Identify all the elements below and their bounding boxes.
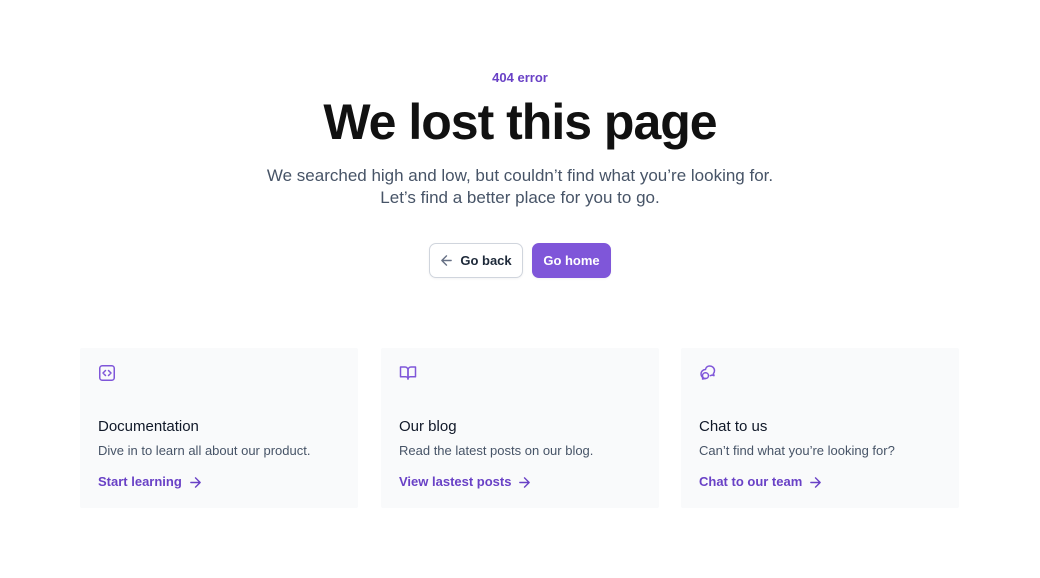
card-description: Dive in to learn all about our product.	[98, 443, 311, 458]
chat-card: Chat to us Can’t find what you’re lookin…	[681, 348, 959, 508]
arrow-right-icon	[519, 476, 531, 488]
card-title: Our blog	[399, 418, 457, 435]
go-back-label: Go back	[460, 253, 512, 268]
chat-bubbles-icon	[700, 365, 716, 380]
card-description: Can’t find what you’re looking for?	[699, 443, 895, 458]
card-link-label: View lastest posts	[399, 474, 512, 489]
card-link-label: Start learning	[98, 474, 182, 489]
subtitle-line-2: Let’s find a better place for you to go.	[380, 188, 660, 207]
page-title: We lost this page	[323, 94, 717, 150]
go-home-button[interactable]: Go home	[532, 243, 611, 278]
view-latest-posts-link[interactable]: View lastest posts	[399, 474, 531, 490]
code-square-icon	[99, 365, 115, 381]
book-open-icon	[399, 366, 417, 380]
arrow-right-icon	[810, 476, 822, 488]
card-title: Documentation	[98, 418, 199, 435]
arrow-right-icon	[189, 476, 201, 488]
blog-card: Our blog Read the latest posts on our bl…	[381, 348, 659, 508]
card-link-label: Chat to our team	[699, 474, 803, 489]
chat-to-team-link[interactable]: Chat to our team	[699, 474, 822, 490]
documentation-card: Documentation Dive in to learn all about…	[80, 348, 358, 508]
card-description: Read the latest posts on our blog.	[399, 443, 594, 458]
go-back-button[interactable]: Go back	[429, 243, 523, 278]
card-title: Chat to us	[699, 418, 768, 435]
start-learning-link[interactable]: Start learning	[98, 474, 202, 490]
arrow-left-icon	[441, 255, 453, 266]
subtitle-line-1: We searched high and low, but couldn’t f…	[266, 166, 774, 185]
go-home-label: Go home	[543, 253, 600, 268]
error-code-label: 404 error	[492, 70, 548, 85]
